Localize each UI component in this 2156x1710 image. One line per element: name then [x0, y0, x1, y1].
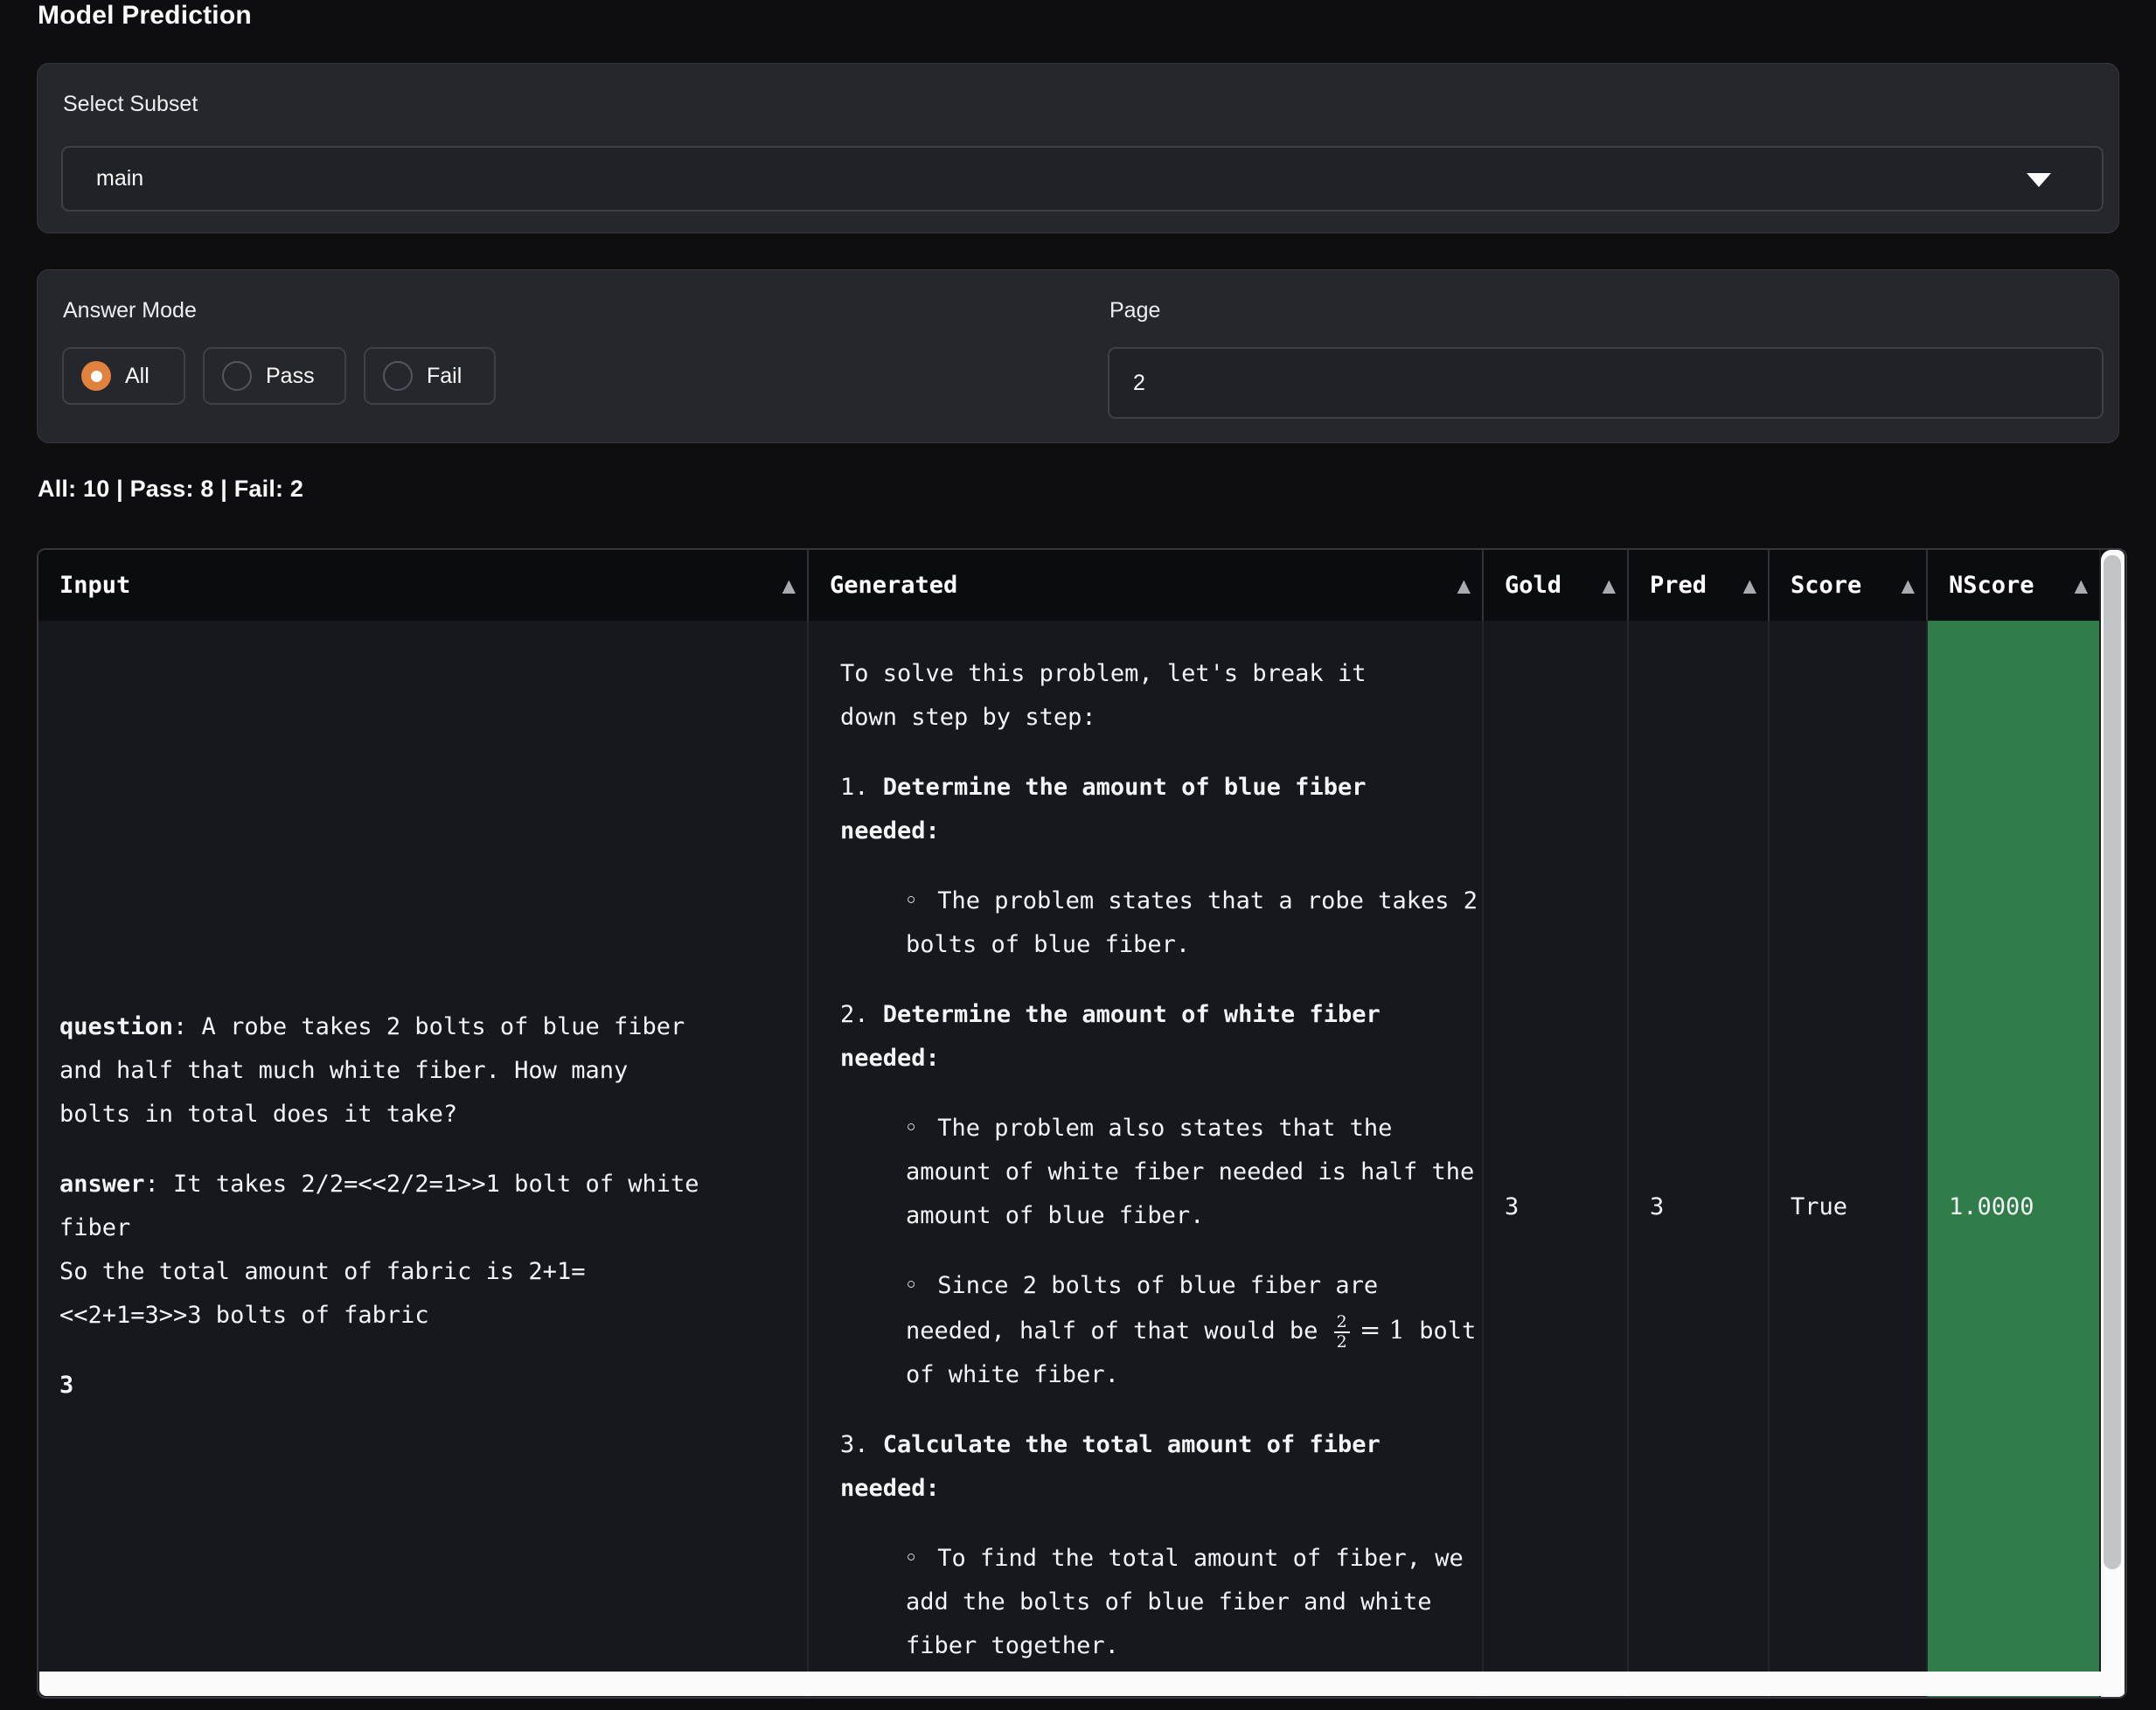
- paragraph-gap: [840, 740, 1482, 766]
- input-text-line: So the total amount of fabric is 2+1=: [59, 1250, 786, 1294]
- table-header-row: Input ▲ Generated ▲ Gold ▲ Pred ▲ Score ▲ NScore ▲: [38, 550, 2125, 621]
- sort-ascending-icon[interactable]: ▲: [1603, 574, 1616, 595]
- generated-text-line: amount of blue fiber.: [840, 1194, 1482, 1238]
- input-text-line: answer: It takes 2/2=<<2/2=1>>1 bolt of …: [59, 1163, 786, 1206]
- radio-unselected-icon[interactable]: [383, 361, 413, 391]
- input-text-line: and half that much white fiber. How many: [59, 1049, 786, 1093]
- paragraph-gap: [840, 1511, 1482, 1537]
- input-text-line: bolts in total does it take?: [59, 1093, 786, 1137]
- column-header-label: Generated: [830, 572, 957, 599]
- answer-mode-option-pass[interactable]: Pass: [203, 347, 346, 405]
- pred-value: 3: [1650, 1193, 1747, 1220]
- page-label: Page: [1109, 298, 1160, 323]
- generated-text-line: fiber together.: [840, 1624, 1482, 1668]
- paragraph-gap: [840, 853, 1482, 879]
- cell-generated[interactable]: To solve this problem, let's break itdow…: [809, 621, 1484, 1697]
- bullet-icon: ◦: [904, 887, 918, 914]
- answer-mode-option-fail[interactable]: Fail: [364, 347, 496, 405]
- generated-text-line: add the bolts of blue fiber and white: [840, 1581, 1482, 1624]
- generated-text-line: amount of white fiber needed is half the: [840, 1150, 1482, 1194]
- page-number-input[interactable]: 2: [1108, 347, 2104, 419]
- radio-unselected-icon[interactable]: [222, 361, 252, 391]
- cell-pred[interactable]: 3: [1629, 621, 1770, 1697]
- paragraph-gap: [840, 967, 1482, 993]
- radio-option-label: Fail: [427, 364, 462, 389]
- generated-text-line: ◦Since 2 bolts of blue fiber are: [840, 1264, 1482, 1308]
- sort-ascending-icon[interactable]: ▲: [782, 574, 796, 595]
- radio-selected-icon[interactable]: [81, 361, 111, 391]
- results-table: Input▲Generated▲Gold▲Pred▲Score▲NScore▲ …: [37, 548, 2127, 1699]
- vertical-scrollbar[interactable]: [2101, 550, 2125, 1697]
- answer-mode-option-all[interactable]: All: [62, 347, 185, 405]
- column-header-label: Pred: [1650, 572, 1707, 599]
- cell-nscore[interactable]: 1.0000: [1928, 621, 2101, 1697]
- input-text-line: <<2+1=3>>3 bolts of fabric: [59, 1294, 786, 1338]
- column-header-generated[interactable]: Generated ▲: [809, 550, 1484, 621]
- sort-ascending-icon[interactable]: ▲: [2075, 574, 2088, 595]
- input-text-line: 3: [59, 1364, 786, 1408]
- table-row: question: A robe takes 2 bolts of blue f…: [38, 621, 2125, 1697]
- vertical-scrollbar-thumb[interactable]: [2104, 555, 2121, 1569]
- answer-mode-label: Answer Mode: [63, 298, 197, 323]
- generated-text-line: down step by step:: [840, 696, 1482, 740]
- column-header-label: Score: [1791, 572, 1861, 599]
- answer-mode-radio-group: All Pass Fail: [62, 347, 496, 405]
- column-header-label: Input: [59, 572, 130, 599]
- cell-input[interactable]: question: A robe takes 2 bolts of blue f…: [38, 621, 809, 1697]
- input-text-line: fiber: [59, 1206, 786, 1250]
- subset-label: Select Subset: [63, 92, 198, 117]
- math-fraction: 22: [1334, 1313, 1350, 1352]
- paragraph-gap: [840, 1397, 1482, 1423]
- horizontal-scrollbar[interactable]: [39, 1672, 2125, 1696]
- bullet-icon: ◦: [904, 1272, 918, 1299]
- column-header-label: NScore: [1949, 572, 2034, 599]
- column-header-pred[interactable]: Pred ▲: [1629, 550, 1770, 621]
- generated-text-line: needed:: [840, 810, 1482, 853]
- radio-option-label: All: [125, 364, 150, 389]
- generated-text-line: To solve this problem, let's break it: [840, 652, 1482, 696]
- generated-text-line: of white fiber.: [840, 1353, 1482, 1397]
- input-text-line: question: A robe takes 2 bolts of blue f…: [59, 1005, 786, 1049]
- bullet-icon: ◦: [904, 1545, 918, 1572]
- column-header-input[interactable]: Input ▲: [38, 550, 809, 621]
- generated-text-line: bolts of blue fiber.: [840, 923, 1482, 967]
- generated-text-line: needed:: [840, 1037, 1482, 1081]
- counts-summary: All: 10 | Pass: 8 | Fail: 2: [38, 476, 303, 503]
- generated-text-line: ◦To find the total amount of fiber, we: [840, 1537, 1482, 1581]
- cell-score[interactable]: True: [1770, 621, 1928, 1697]
- subset-select[interactable]: main: [61, 146, 2104, 212]
- generated-text-line: needed:: [840, 1467, 1482, 1511]
- generated-text-line: 2. Determine the amount of white fiber: [840, 993, 1482, 1037]
- column-header-nscore[interactable]: NScore ▲: [1928, 550, 2101, 621]
- paragraph-gap: [840, 1238, 1482, 1264]
- sort-ascending-icon[interactable]: ▲: [1457, 574, 1471, 595]
- page-number-value: 2: [1133, 371, 1145, 396]
- filter-panel: Answer Mode All Pass Fail Page 2: [37, 269, 2119, 443]
- paragraph-gap: [59, 1137, 786, 1163]
- paragraph-gap: [840, 1081, 1482, 1107]
- column-header-gold[interactable]: Gold ▲: [1484, 550, 1629, 621]
- subset-panel: Select Subset main: [37, 63, 2119, 233]
- column-header-label: Gold: [1505, 572, 1561, 599]
- score-value: True: [1791, 1193, 1905, 1220]
- nscore-value: 1.0000: [1949, 1193, 2078, 1220]
- generated-text-line: 1. Determine the amount of blue fiber: [840, 766, 1482, 810]
- generated-text-line: ◦The problem states that a robe takes 2: [840, 879, 1482, 923]
- sort-ascending-icon[interactable]: ▲: [1743, 574, 1756, 595]
- column-header-score[interactable]: Score ▲: [1770, 550, 1928, 621]
- radio-option-label: Pass: [266, 364, 315, 389]
- bullet-icon: ◦: [904, 1115, 918, 1142]
- generated-text-line: 3. Calculate the total amount of fiber: [840, 1423, 1482, 1467]
- page-title: Model Prediction: [38, 1, 252, 31]
- gold-value: 3: [1505, 1193, 1606, 1220]
- sort-ascending-icon[interactable]: ▲: [1902, 574, 1915, 595]
- generated-text-line: ◦The problem also states that the: [840, 1107, 1482, 1150]
- paragraph-gap: [59, 1338, 786, 1364]
- chevron-down-icon[interactable]: [2027, 173, 2051, 187]
- subset-selected-value: main: [96, 166, 143, 191]
- cell-gold[interactable]: 3: [1484, 621, 1629, 1697]
- generated-text-line: needed, half of that would be 22 = 1 bol…: [840, 1308, 1482, 1353]
